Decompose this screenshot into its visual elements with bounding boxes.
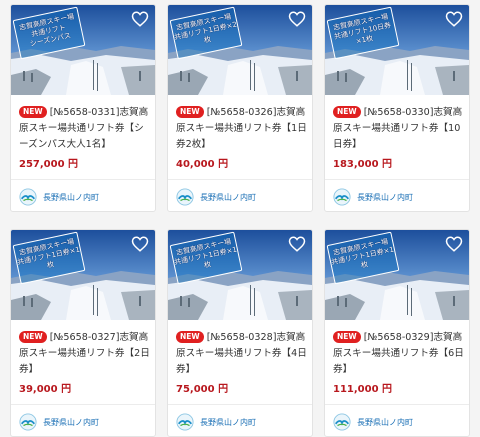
favorite-heart-icon[interactable] [288,235,306,253]
town-emblem-icon [176,188,194,206]
product-price: 183,000 円 [333,159,393,170]
product-price: 75,000 円 [176,384,229,395]
card-divider [325,404,469,405]
product-price: 40,000 円 [176,159,229,170]
product-card[interactable]: 志賀高原スキー場 共通リフト1日券×1枚 NEW [№5658-0328]志賀高原… [167,229,313,437]
new-badge: NEW [176,331,204,343]
product-card[interactable]: 志賀高原スキー場 共通リフト シーズンパス NEW [№5658-0331]志賀高… [10,4,156,212]
seller-name: 長野県山ノ内町 [43,192,99,202]
seller-name: 長野県山ノ内町 [200,417,256,427]
seller-name: 長野県山ノ内町 [357,192,413,202]
town-emblem-icon [19,188,37,206]
product-price: 39,000 円 [19,384,72,395]
product-image[interactable]: 志賀高原スキー場 共通リフト1日券×1枚 [168,230,312,320]
card-divider [168,179,312,180]
product-image[interactable]: 志賀高原スキー場 共通リフト1日券×2枚 [168,5,312,95]
card-divider [11,179,155,180]
product-card[interactable]: 志賀高原スキー場 共通リフト10日券×1枚 NEW [№5658-0330]志賀高… [324,4,470,212]
town-emblem-icon [176,413,194,431]
new-badge: NEW [19,106,47,118]
favorite-heart-icon[interactable] [445,10,463,28]
card-divider [325,179,469,180]
product-image[interactable]: 志賀高原スキー場 共通リフト1日券×1枚 [11,230,155,320]
product-title[interactable]: NEW [№5658-0331]志賀高原スキー場共通リフト券【シーズンパス大人1名… [19,105,153,153]
seller-name: 長野県山ノ内町 [43,417,99,427]
product-card[interactable]: 志賀高原スキー場 共通リフト1日券×1枚 NEW [№5658-0327]志賀高原… [10,229,156,437]
town-emblem-icon [333,413,351,431]
new-badge: NEW [19,331,47,343]
card-divider [168,404,312,405]
favorite-heart-icon[interactable] [131,10,149,28]
product-title[interactable]: NEW [№5658-0328]志賀高原スキー場共通リフト券【4日券】 [176,330,310,378]
card-divider [11,404,155,405]
seller-link[interactable]: 長野県山ノ内町 [176,187,256,207]
product-image[interactable]: 志賀高原スキー場 共通リフト1日券×1枚 [325,230,469,320]
favorite-heart-icon[interactable] [288,10,306,28]
product-title[interactable]: NEW [№5658-0326]志賀高原スキー場共通リフト券【1日券2枚】 [176,105,310,153]
product-card[interactable]: 志賀高原スキー場 共通リフト1日券×1枚 NEW [№5658-0329]志賀高原… [324,229,470,437]
seller-link[interactable]: 長野県山ノ内町 [19,412,99,432]
seller-link[interactable]: 長野県山ノ内町 [333,412,413,432]
seller-name: 長野県山ノ内町 [200,192,256,202]
product-image[interactable]: 志賀高原スキー場 共通リフト シーズンパス [11,5,155,95]
favorite-heart-icon[interactable] [445,235,463,253]
new-badge: NEW [333,106,361,118]
seller-link[interactable]: 長野県山ノ内町 [333,187,413,207]
new-badge: NEW [333,331,361,343]
product-price: 257,000 円 [19,159,79,170]
product-title[interactable]: NEW [№5658-0327]志賀高原スキー場共通リフト券【2日券】 [19,330,153,378]
product-price: 111,000 円 [333,384,393,395]
favorite-heart-icon[interactable] [131,235,149,253]
product-card[interactable]: 志賀高原スキー場 共通リフト1日券×2枚 NEW [№5658-0326]志賀高原… [167,4,313,212]
seller-name: 長野県山ノ内町 [357,417,413,427]
town-emblem-icon [333,188,351,206]
seller-link[interactable]: 長野県山ノ内町 [176,412,256,432]
product-title[interactable]: NEW [№5658-0329]志賀高原スキー場共通リフト券【6日券】 [333,330,467,378]
product-grid: 志賀高原スキー場 共通リフト シーズンパス NEW [№5658-0331]志賀高… [0,0,480,437]
product-title[interactable]: NEW [№5658-0330]志賀高原スキー場共通リフト券【10日券】 [333,105,467,153]
product-image[interactable]: 志賀高原スキー場 共通リフト10日券×1枚 [325,5,469,95]
new-badge: NEW [176,106,204,118]
town-emblem-icon [19,413,37,431]
seller-link[interactable]: 長野県山ノ内町 [19,187,99,207]
